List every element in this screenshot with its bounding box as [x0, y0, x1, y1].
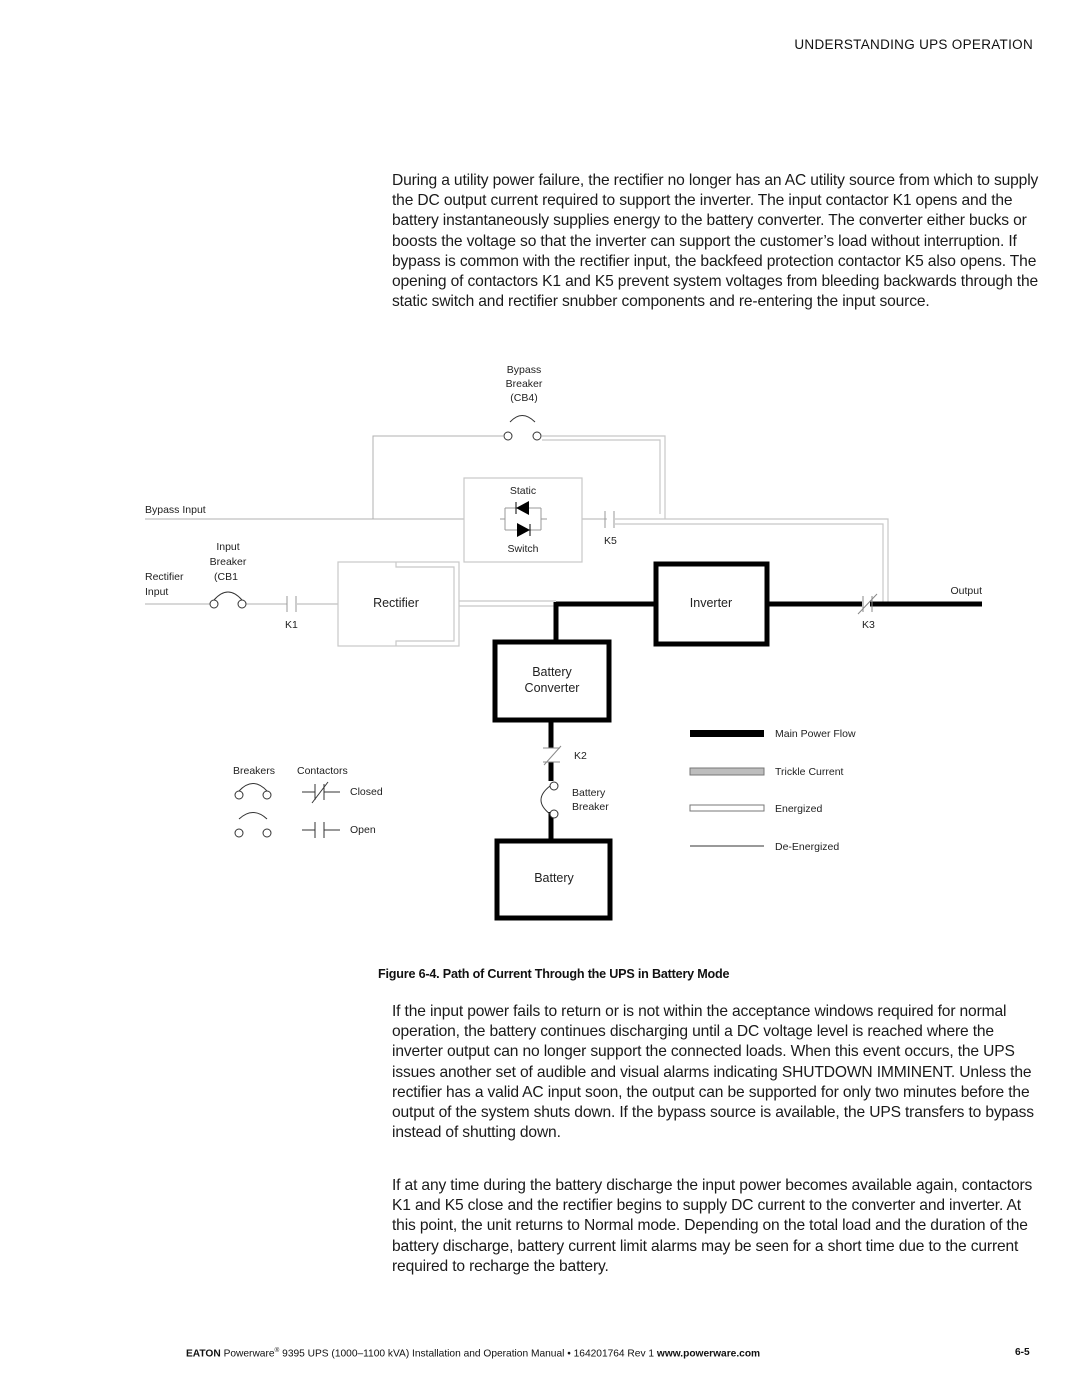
footer-text: EATON Powerware® 9395 UPS (1000–1100 kVA…	[186, 1347, 760, 1359]
k3-label: K3	[862, 619, 875, 631]
battery-breaker-label-1: Battery	[572, 787, 606, 799]
rectifier-label: Rectifier	[373, 596, 419, 610]
k2-label: K2	[574, 750, 587, 762]
inverter-label: Inverter	[690, 596, 732, 610]
line-legend: Main Power Flow Trickle Current Energize…	[689, 728, 856, 853]
footer-brand: EATON	[186, 1348, 221, 1360]
legend-label-trickle-current: Trickle Current	[775, 766, 844, 778]
footer-website-link[interactable]: www.powerware.com	[657, 1348, 760, 1359]
input-breaker-cb1: Input Breaker (CB1	[209, 541, 247, 609]
bypass-breaker-cb4: Bypass Breaker (CB4)	[503, 364, 543, 441]
ups-battery-mode-diagram: Bypass Breaker (CB4) Bypass Input Static…	[145, 364, 982, 921]
breakers-key-label: Breakers	[233, 765, 275, 777]
input-breaker-label-1: Input	[216, 541, 239, 553]
battery-converter-label-2: Converter	[525, 681, 580, 695]
inverter-block: Inverter	[653, 561, 770, 647]
contactor-k1: K1	[285, 596, 298, 631]
page-number: 6-5	[1015, 1347, 1030, 1358]
rectifier-input-label-1: Rectifier	[145, 571, 184, 583]
rectifier-block: Rectifier	[337, 561, 460, 647]
input-breaker-label-3: (CB1	[214, 571, 238, 583]
static-switch-label-bottom: Switch	[508, 543, 539, 555]
figure-caption: Figure 6-4. Path of Current Through the …	[378, 967, 730, 981]
body-paragraph-2: If the input power fails to return or is…	[392, 1003, 1034, 1142]
legend-swatch-trickle-current	[689, 767, 765, 776]
static-switch: Static Switch	[463, 477, 583, 563]
legend-label-main-power-flow: Main Power Flow	[775, 728, 856, 740]
bypass-breaker-label-3: (CB4)	[510, 392, 537, 404]
body-paragraph-3: If at any time during the battery discha…	[392, 1177, 1033, 1275]
output-label: Output	[950, 585, 982, 597]
rectifier-input-label-2: Input	[145, 586, 168, 598]
input-breaker-label-2: Breaker	[210, 556, 247, 568]
symbol-key: Breakers Contactors Closed Open	[233, 765, 383, 838]
bypass-input-label: Bypass Input	[145, 504, 206, 516]
footer-description: 9395 UPS (1000–1100 kVA) Installation an…	[279, 1348, 657, 1360]
static-switch-label-top: Static	[510, 485, 536, 497]
battery-converter-block: Battery Converter	[492, 639, 612, 723]
legend-swatch-energized	[689, 804, 765, 812]
battery-converter-label-1: Battery	[532, 665, 572, 679]
k5-label: K5	[604, 535, 617, 547]
closed-key-label: Closed	[350, 786, 383, 798]
contactor-k5: K5	[604, 511, 617, 547]
battery-breaker: Battery Breaker	[540, 781, 609, 819]
contactor-k3: K3	[857, 593, 878, 631]
contactor-open-icon	[302, 822, 340, 838]
breaker-open-icon	[234, 812, 272, 838]
contactor-closed-icon	[302, 781, 340, 804]
breaker-closed-icon	[234, 783, 272, 800]
contactor-k2: K2	[543, 745, 587, 766]
legend-label-energized: Energized	[775, 803, 822, 815]
battery-block: Battery	[494, 838, 613, 921]
battery-label: Battery	[534, 871, 574, 885]
legend-swatch-main-power-flow	[690, 730, 764, 737]
battery-breaker-label-2: Breaker	[572, 801, 609, 813]
footer-product: Powerware	[223, 1348, 275, 1360]
bypass-breaker-label-2: Breaker	[506, 378, 543, 390]
bypass-breaker-label-1: Bypass	[507, 364, 541, 376]
open-key-label: Open	[350, 824, 376, 836]
k1-label: K1	[285, 619, 298, 631]
contactors-key-label: Contactors	[297, 765, 348, 777]
legend-label-de-energized: De-Energized	[775, 841, 839, 853]
